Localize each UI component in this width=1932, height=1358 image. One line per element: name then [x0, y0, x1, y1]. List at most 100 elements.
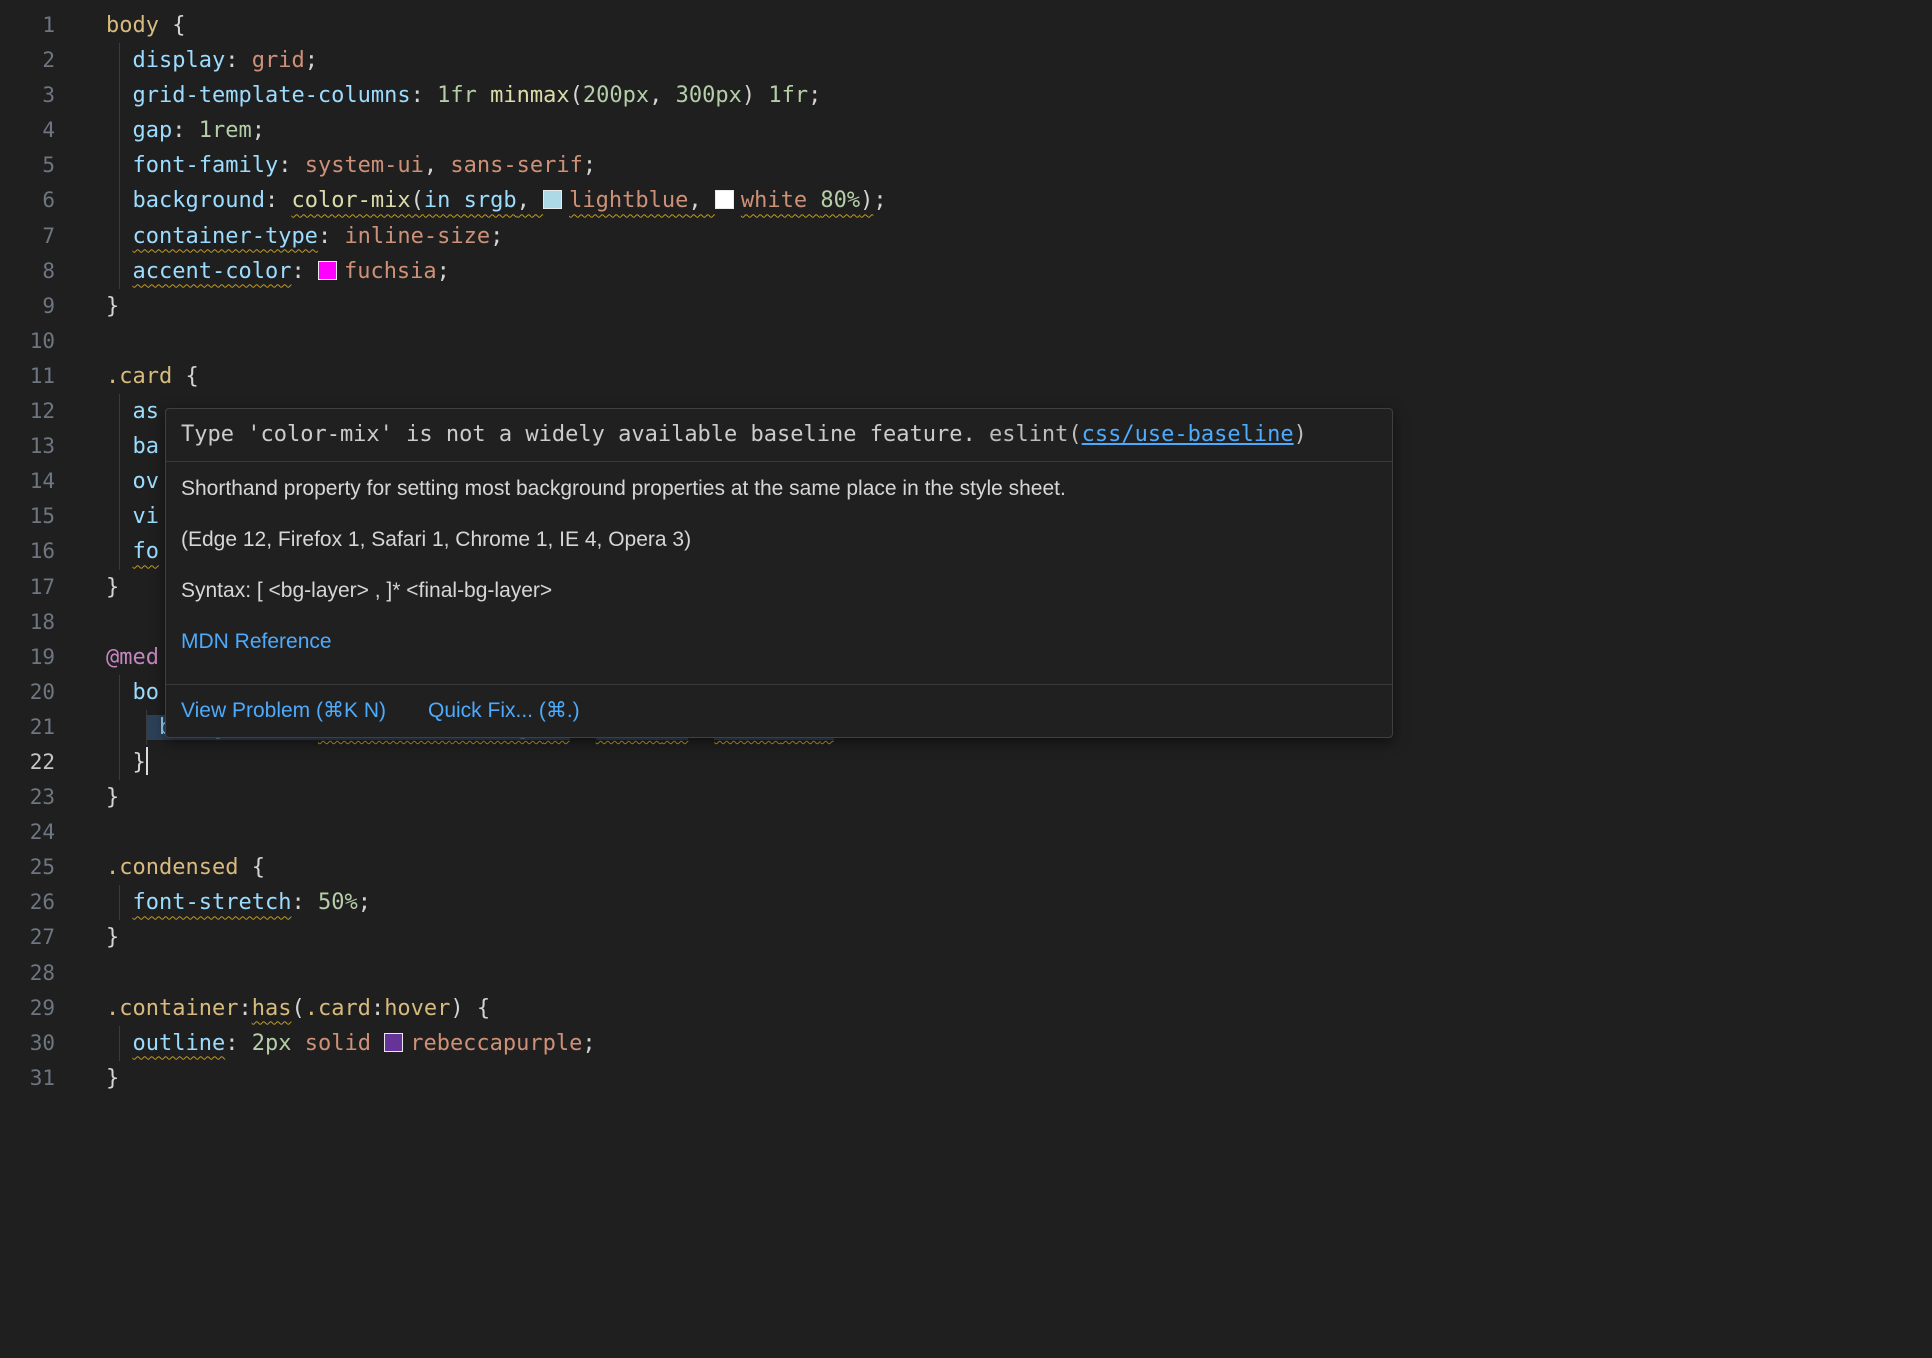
code-line[interactable]: 23} [0, 780, 1932, 815]
code-line[interactable]: 1body { [0, 8, 1932, 43]
code-token[interactable]: 50% [318, 890, 358, 915]
line-content[interactable]: outline: 2px solid rebeccapurple; [55, 1026, 1932, 1061]
code-token[interactable]: , [688, 188, 715, 213]
color-swatch[interactable] [318, 261, 337, 280]
code-token[interactable]: : [318, 224, 345, 249]
code-token[interactable]: ( [291, 996, 304, 1021]
code-line[interactable]: 11.card { [0, 359, 1932, 394]
code-token[interactable]: display [133, 48, 226, 73]
code-token[interactable]: ) [742, 83, 769, 108]
code-token[interactable]: rebeccapurple [410, 1031, 582, 1056]
code-token[interactable]: } [106, 294, 119, 319]
code-token[interactable]: : [291, 259, 318, 284]
code-token[interactable]: ; [583, 153, 596, 178]
code-token[interactable]: 300px [676, 83, 742, 108]
view-problem-action[interactable]: View Problem (⌘K N) [181, 698, 386, 724]
color-swatch[interactable] [543, 190, 562, 209]
code-token[interactable]: 1rem [199, 118, 252, 143]
code-token[interactable]: color-mix [291, 188, 410, 213]
line-content[interactable]: } [55, 780, 1932, 815]
code-token[interactable]: : [265, 188, 292, 213]
code-token[interactable]: } [106, 785, 119, 810]
code-token[interactable] [291, 1031, 304, 1056]
line-content[interactable]: .container:has(.card:hover) { [55, 991, 1932, 1026]
code-line[interactable]: 9} [0, 289, 1932, 324]
code-editor[interactable]: 1body {2 display: grid;3 grid-template-c… [0, 0, 1932, 1358]
code-line[interactable]: 28 [0, 956, 1932, 991]
code-token[interactable]: : [278, 153, 305, 178]
code-line[interactable]: 22 } [0, 745, 1932, 780]
code-token[interactable]: fuchsia [344, 259, 437, 284]
code-line[interactable]: 2 display: grid; [0, 43, 1932, 78]
code-token[interactable]: accent-color [133, 259, 292, 284]
color-swatch[interactable] [715, 190, 734, 209]
code-token[interactable]: background [133, 188, 265, 213]
code-token[interactable]: ; [808, 83, 821, 108]
code-token[interactable]: ( [570, 83, 583, 108]
code-token[interactable]: { [172, 364, 199, 389]
code-line[interactable]: 5 font-family: system-ui, sans-serif; [0, 148, 1932, 183]
code-token[interactable]: .condensed [106, 855, 238, 880]
line-content[interactable]: display: grid; [55, 43, 1932, 78]
code-token[interactable]: ; [437, 259, 450, 284]
code-token[interactable]: , [424, 153, 451, 178]
code-line[interactable]: 26 font-stretch: 50%; [0, 885, 1932, 920]
code-token[interactable]: 2px [252, 1031, 292, 1056]
code-token[interactable]: ) { [450, 996, 490, 1021]
code-token[interactable]: } [106, 925, 119, 950]
code-token[interactable]: .container [106, 996, 238, 1021]
code-token[interactable]: } [106, 575, 119, 600]
color-swatch[interactable] [384, 1033, 403, 1052]
line-content[interactable]: .card { [55, 359, 1932, 394]
code-line[interactable]: 10 [0, 324, 1932, 359]
code-line[interactable]: 24 [0, 815, 1932, 850]
line-content[interactable]: grid-template-columns: 1fr minmax(200px,… [55, 78, 1932, 113]
code-token[interactable]: @med [106, 645, 159, 670]
code-token[interactable]: { [159, 13, 186, 38]
code-line[interactable]: 30 outline: 2px solid rebeccapurple; [0, 1026, 1932, 1061]
line-content[interactable] [55, 815, 1932, 850]
diagnostic-rule-link[interactable]: css/use-baseline [1082, 422, 1294, 447]
code-token[interactable]: ( [411, 188, 424, 213]
line-content[interactable] [55, 956, 1932, 991]
line-content[interactable]: } [55, 920, 1932, 955]
code-token[interactable]: grid-template-columns [133, 83, 411, 108]
code-line[interactable]: 31} [0, 1061, 1932, 1096]
line-content[interactable] [55, 324, 1932, 359]
code-token[interactable]: sans-serif [450, 153, 582, 178]
code-token[interactable] [371, 1031, 384, 1056]
code-token[interactable]: 80% [820, 188, 860, 213]
code-token[interactable]: container-type [133, 224, 318, 249]
mdn-reference-link[interactable]: MDN Reference [181, 630, 332, 653]
code-token[interactable]: as [133, 399, 160, 424]
code-token[interactable]: minmax [490, 83, 569, 108]
code-token[interactable]: ; [305, 48, 318, 73]
line-content[interactable]: font-stretch: 50%; [55, 885, 1932, 920]
code-token[interactable] [146, 715, 159, 740]
line-content[interactable]: background: color-mix(in srgb, lightblue… [55, 183, 1932, 218]
code-token[interactable]: , [517, 188, 544, 213]
code-token[interactable]: system-ui [305, 153, 424, 178]
code-token[interactable]: : [371, 996, 384, 1021]
code-token[interactable]: } [106, 1066, 119, 1091]
code-token[interactable]: ; [490, 224, 503, 249]
code-token[interactable]: bo [133, 680, 160, 705]
code-token[interactable]: white [741, 188, 820, 213]
code-token[interactable]: ; [582, 1031, 595, 1056]
code-token[interactable]: { [238, 855, 265, 880]
line-content[interactable]: gap: 1rem; [55, 113, 1932, 148]
code-token[interactable]: ; [252, 118, 265, 143]
code-token[interactable]: ; [873, 188, 886, 213]
line-content[interactable]: body { [55, 8, 1932, 43]
code-line[interactable]: 27} [0, 920, 1932, 955]
code-token[interactable]: body [106, 13, 159, 38]
code-token[interactable]: gap [133, 118, 173, 143]
code-token[interactable]: 200px [583, 83, 649, 108]
code-token[interactable]: 1fr [768, 83, 808, 108]
code-token[interactable]: vi [133, 504, 160, 529]
code-token[interactable] [106, 715, 146, 740]
code-token[interactable]: has [252, 996, 292, 1021]
code-token[interactable]: grid [252, 48, 305, 73]
code-token[interactable]: ) [860, 188, 873, 213]
line-content[interactable]: accent-color: fuchsia; [55, 254, 1932, 289]
